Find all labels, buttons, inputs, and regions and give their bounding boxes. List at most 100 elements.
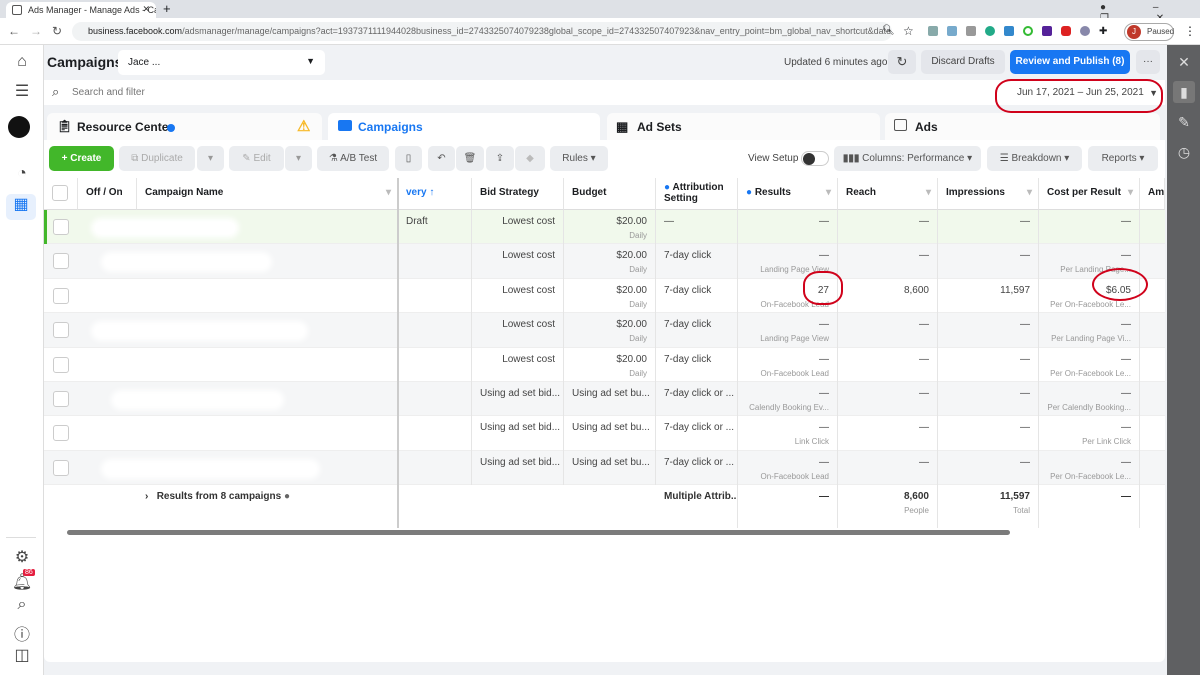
ab-test-button[interactable]: ⚗ A/B Test bbox=[317, 146, 389, 171]
search-icon[interactable]: ⌕ bbox=[10, 596, 34, 614]
menu-icon[interactable]: ☰ bbox=[10, 81, 34, 101]
breakdown-button[interactable]: ☰ Breakdown ▾ bbox=[987, 146, 1082, 171]
bookmark-star-icon[interactable]: ☆ bbox=[903, 24, 914, 38]
account-selector[interactable]: Jace ... ▼ bbox=[118, 50, 325, 75]
select-all-checkbox[interactable] bbox=[52, 185, 68, 201]
ads-manager-grid-icon[interactable]: ▦ bbox=[6, 194, 36, 220]
header-amount[interactable]: Amo bbox=[1140, 178, 1165, 210]
clipboard-button[interactable]: ▯ bbox=[395, 146, 422, 171]
pencil-edit-icon[interactable]: ✎ bbox=[1173, 111, 1195, 133]
header-results[interactable]: ● Results ▾ bbox=[738, 178, 838, 210]
forward-icon[interactable]: → bbox=[30, 24, 42, 38]
reports-button[interactable]: Reports ▾ bbox=[1088, 146, 1158, 171]
reach-cell-value: — bbox=[919, 250, 929, 262]
sort-chevron-icon[interactable]: ▾ bbox=[1027, 187, 1032, 198]
profile-button[interactable]: J Paused bbox=[1124, 23, 1174, 41]
reload-icon[interactable]: ↻ bbox=[52, 24, 62, 38]
row-checkbox[interactable] bbox=[53, 253, 69, 270]
delivery-cell-value: Draft bbox=[406, 216, 428, 227]
row-checkbox[interactable] bbox=[53, 459, 69, 476]
edit-dropdown[interactable]: ▾ bbox=[285, 146, 312, 171]
settings-gear-icon[interactable]: ⚙ bbox=[10, 547, 34, 567]
rules-button[interactable]: Rules ▾ bbox=[550, 146, 608, 171]
back-icon[interactable]: ← bbox=[8, 24, 20, 38]
view-setup-toggle[interactable] bbox=[801, 151, 829, 166]
row-checkbox[interactable] bbox=[53, 425, 69, 442]
cost-per-result-cell-value: — bbox=[1121, 388, 1131, 399]
tab-ads[interactable]: Ads bbox=[885, 113, 1160, 141]
undo-button[interactable]: ↶ bbox=[428, 146, 455, 171]
edit-button[interactable]: ✎ Edit bbox=[229, 146, 284, 171]
more-options-button[interactable]: ··· bbox=[1136, 50, 1160, 74]
tab-label: Ad Sets bbox=[637, 120, 682, 134]
info-icon[interactable]: ● bbox=[746, 187, 752, 198]
row-checkbox[interactable] bbox=[53, 287, 69, 304]
extension-icon[interactable] bbox=[1080, 26, 1090, 36]
history-clock-icon[interactable]: ◷ bbox=[1173, 141, 1195, 163]
refresh-button[interactable]: ↻ bbox=[888, 50, 916, 74]
horizontal-scrollbar[interactable] bbox=[67, 530, 1010, 535]
tab-resource-center[interactable]: 📋︎ Resource Center ⚠ bbox=[47, 113, 322, 141]
extension-icon[interactable] bbox=[1023, 26, 1033, 36]
tab-ad-sets[interactable]: ▦ Ad Sets bbox=[607, 113, 880, 141]
delete-button[interactable]: 🗑︎ bbox=[456, 146, 484, 171]
extension-icon[interactable] bbox=[928, 26, 938, 36]
dashboard-gauge-icon[interactable]: ◔ bbox=[10, 165, 34, 183]
search-input[interactable] bbox=[72, 84, 572, 100]
info-icon[interactable]: ● bbox=[284, 491, 290, 502]
warning-icon[interactable]: ⚠ bbox=[297, 117, 310, 135]
create-button[interactable]: + Create bbox=[49, 146, 114, 171]
row-checkbox[interactable] bbox=[53, 356, 69, 373]
header-budget[interactable]: Budget bbox=[564, 178, 656, 210]
header-campaign-name[interactable]: Campaign Name ▾ bbox=[137, 178, 398, 210]
bar-chart-icon[interactable]: ▮ bbox=[1173, 81, 1195, 103]
account-avatar[interactable] bbox=[8, 116, 30, 138]
sort-chevron-icon[interactable]: ▾ bbox=[926, 187, 931, 198]
expand-chevron-icon[interactable]: › bbox=[145, 491, 148, 502]
header-reach[interactable]: Reach ▾ bbox=[838, 178, 938, 210]
extension-icon[interactable] bbox=[966, 26, 976, 36]
discard-drafts-button[interactable]: Discard Drafts bbox=[921, 50, 1005, 74]
browser-menu-icon[interactable]: ⋮ bbox=[1184, 24, 1196, 38]
extension-icon[interactable] bbox=[947, 26, 957, 36]
impressions-cell-value: — bbox=[1020, 388, 1030, 399]
info-icon[interactable]: ● bbox=[664, 182, 670, 193]
url-input[interactable]: business.facebook.com/adsmanager/manage/… bbox=[72, 22, 892, 41]
header-cost-per-result[interactable]: Cost per Result ▾ bbox=[1039, 178, 1140, 210]
tab-campaigns[interactable]: Campaigns bbox=[328, 113, 600, 141]
extension-icon[interactable] bbox=[1061, 26, 1071, 36]
export-button[interactable]: ⇪ bbox=[486, 146, 514, 171]
header-impressions[interactable]: Impressions ▾ bbox=[938, 178, 1039, 210]
close-tab-icon[interactable]: ✕ bbox=[142, 4, 150, 15]
extension-icon[interactable] bbox=[1042, 26, 1052, 36]
sort-chevron-icon[interactable]: ▾ bbox=[826, 187, 831, 198]
header-delivery[interactable]: very ↑ bbox=[398, 178, 472, 210]
bid-strategy-cell-value: Lowest cost bbox=[502, 216, 555, 227]
review-publish-button[interactable]: Review and Publish (8) bbox=[1010, 50, 1130, 74]
collapse-panel-icon[interactable]: ◫ bbox=[10, 645, 34, 665]
extensions-puzzle-icon[interactable]: ✚ bbox=[1099, 26, 1107, 38]
home-icon[interactable]: ⌂ bbox=[10, 53, 34, 71]
sort-chevron-icon[interactable]: ▾ bbox=[1128, 187, 1133, 198]
header-bid-strategy[interactable]: Bid Strategy bbox=[472, 178, 564, 210]
tag-button[interactable]: ◆ bbox=[515, 146, 545, 171]
bid-strategy-cell: Lowest cost bbox=[472, 278, 564, 314]
duplicate-button[interactable]: ⧉ Duplicate bbox=[119, 146, 195, 171]
close-icon[interactable]: ✕ bbox=[1173, 51, 1195, 73]
header-off-on[interactable]: Off / On bbox=[78, 178, 137, 210]
extension-icon[interactable] bbox=[1004, 26, 1014, 36]
row-checkbox[interactable] bbox=[53, 322, 69, 339]
help-icon[interactable]: ⓘ bbox=[10, 621, 34, 645]
browser-tab[interactable]: Ads Manager - Manage Ads - Ca ✕ bbox=[6, 2, 156, 18]
results-cell-value: — bbox=[819, 319, 829, 331]
sort-chevron-icon[interactable]: ▾ bbox=[386, 187, 391, 198]
columns-button[interactable]: ▮▮▮ Columns: Performance ▾ bbox=[834, 146, 981, 171]
row-checkbox[interactable] bbox=[53, 219, 69, 235]
zoom-icon[interactable]: 🔍︎ bbox=[882, 25, 895, 36]
header-attribution[interactable]: ● Attribution Setting bbox=[656, 178, 738, 210]
notifications-bell-icon[interactable]: 🔔︎ 86 bbox=[10, 569, 35, 592]
row-checkbox[interactable] bbox=[53, 391, 69, 407]
duplicate-dropdown[interactable]: ▾ bbox=[197, 146, 224, 171]
extension-icon[interactable] bbox=[985, 26, 995, 36]
new-tab-icon[interactable]: + bbox=[163, 1, 171, 16]
